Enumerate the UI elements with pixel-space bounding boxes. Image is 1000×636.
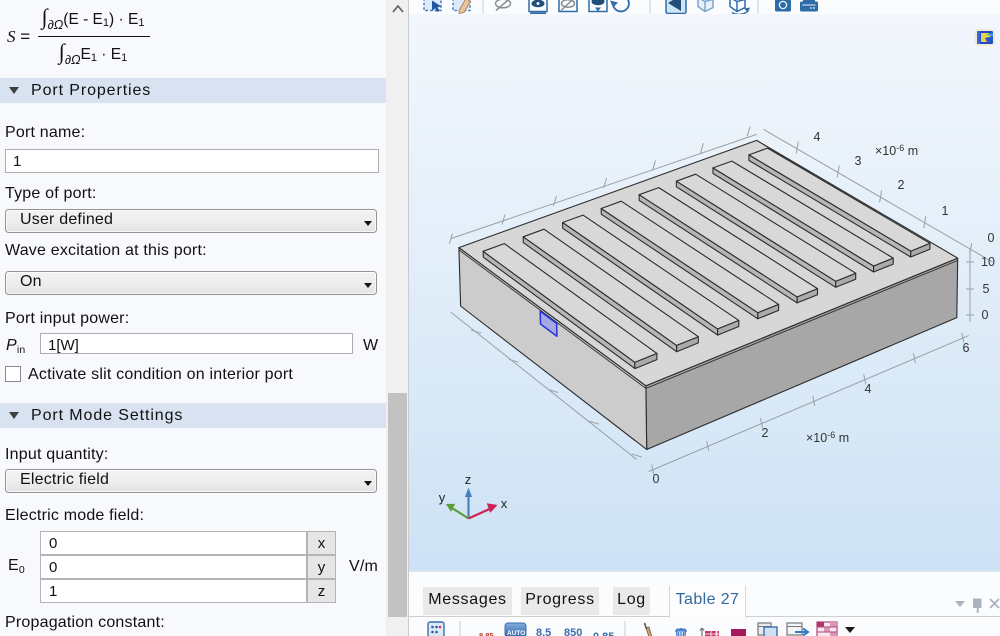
svg-text:850: 850 bbox=[564, 627, 582, 636]
svg-text:4: 4 bbox=[814, 130, 821, 144]
svg-text:8.5: 8.5 bbox=[536, 627, 551, 636]
svg-text:AUTO: AUTO bbox=[507, 630, 525, 636]
svg-text:1: 1 bbox=[942, 204, 949, 218]
svg-text:×10-6 m: ×10-6 m bbox=[875, 143, 918, 158]
svg-text:2: 2 bbox=[762, 426, 769, 440]
svg-text:8.85: 8.85 bbox=[479, 631, 494, 636]
svg-text:0: 0 bbox=[653, 472, 660, 486]
svg-text:0: 0 bbox=[988, 231, 995, 245]
svg-text:3: 3 bbox=[855, 154, 862, 168]
svg-text:z: z bbox=[465, 472, 472, 487]
svg-text:5: 5 bbox=[983, 282, 990, 296]
svg-text:x: x bbox=[501, 496, 508, 511]
svg-text:4: 4 bbox=[865, 382, 872, 396]
svg-text:10: 10 bbox=[981, 255, 995, 269]
svg-text:0.85: 0.85 bbox=[593, 631, 614, 636]
svg-text:2: 2 bbox=[898, 178, 905, 192]
svg-text:×10-6 m: ×10-6 m bbox=[806, 430, 849, 445]
svg-text:y: y bbox=[439, 490, 446, 505]
svg-text:0: 0 bbox=[982, 308, 989, 322]
svg-text:6: 6 bbox=[963, 341, 970, 355]
